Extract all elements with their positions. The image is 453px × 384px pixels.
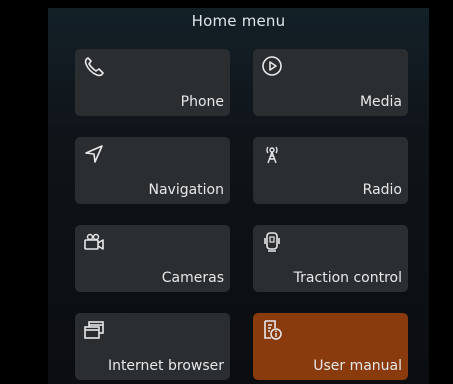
tile-label: Traction control xyxy=(293,270,402,286)
page-title: Home menu xyxy=(191,12,286,30)
tile-navigation[interactable]: Navigation xyxy=(75,137,230,204)
tile-label: Media xyxy=(359,94,402,110)
tile-cameras[interactable]: Cameras xyxy=(75,225,230,292)
phone-icon xyxy=(83,55,105,77)
tile-label: Cameras xyxy=(161,270,224,286)
camera-icon xyxy=(83,231,105,253)
navigation-arrow-icon xyxy=(83,143,105,165)
tile-label: Phone xyxy=(180,94,224,110)
tile-label: User manual xyxy=(313,358,402,374)
browser-windows-icon xyxy=(83,319,105,341)
manual-info-icon xyxy=(261,319,283,341)
tile-internet-browser[interactable]: Internet browser xyxy=(75,313,230,380)
tile-label: Internet browser xyxy=(107,358,224,374)
tile-label: Navigation xyxy=(148,182,224,198)
traction-control-icon xyxy=(261,231,283,253)
radio-antenna-icon xyxy=(261,143,283,165)
tile-label: Radio xyxy=(362,182,402,198)
tile-radio[interactable]: Radio xyxy=(253,137,408,204)
play-icon xyxy=(261,55,283,77)
tile-media[interactable]: Media xyxy=(253,49,408,116)
tile-traction-control[interactable]: Traction control xyxy=(253,225,408,292)
tile-user-manual[interactable]: User manual xyxy=(253,313,408,380)
tile-phone[interactable]: Phone xyxy=(75,49,230,116)
